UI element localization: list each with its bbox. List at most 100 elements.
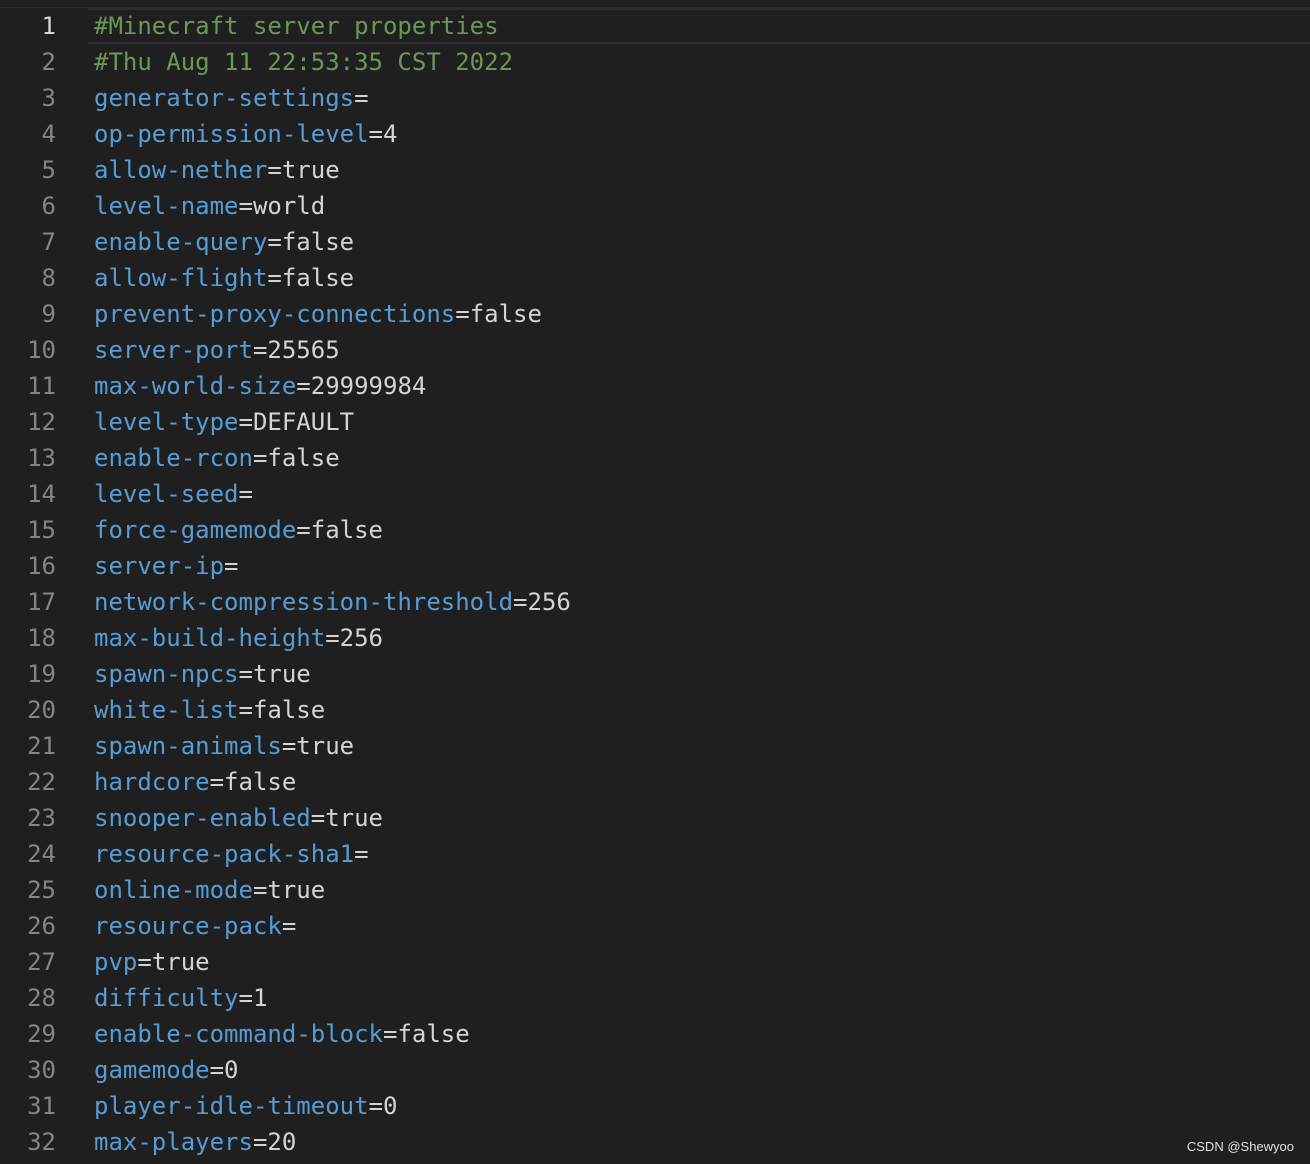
code-line[interactable]: 28 difficulty=1 xyxy=(0,980,1310,1016)
line-content: allow-flight=false xyxy=(94,260,354,296)
code-line[interactable]: 23 snooper-enabled=true xyxy=(0,800,1310,836)
equals-sign: = xyxy=(368,1092,383,1120)
code-line[interactable]: 24 resource-pack-sha1= xyxy=(0,836,1310,872)
comment-text: #Minecraft server properties xyxy=(94,12,499,40)
code-line[interactable]: 11 max-world-size=29999984 xyxy=(0,368,1310,404)
property-value: false xyxy=(310,516,383,544)
code-line[interactable]: 13 enable-rcon=false xyxy=(0,440,1310,476)
line-number: 20 xyxy=(27,696,56,724)
line-content: server-ip= xyxy=(94,548,239,584)
code-line[interactable]: 32 max-players=20 xyxy=(0,1124,1310,1160)
property-key: resource-pack xyxy=(94,912,282,940)
line-content: prevent-proxy-connections=false xyxy=(94,296,542,332)
code-line[interactable]: 4 op-permission-level=4 xyxy=(0,116,1310,152)
property-key: level-seed xyxy=(94,480,239,508)
line-content: level-type=DEFAULT xyxy=(94,404,354,440)
line-number: 27 xyxy=(27,948,56,976)
code-line[interactable]: 16 server-ip= xyxy=(0,548,1310,584)
code-line[interactable]: 18 max-build-height=256 xyxy=(0,620,1310,656)
property-key: max-world-size xyxy=(94,372,297,400)
code-line[interactable]: 27 pvp=true xyxy=(0,944,1310,980)
equals-sign: = xyxy=(252,1128,268,1156)
line-number: 12 xyxy=(27,408,56,436)
property-value: 0 xyxy=(224,1056,239,1084)
equals-sign: = xyxy=(354,840,369,868)
line-number: 19 xyxy=(27,660,56,688)
code-line[interactable]: 15 force-gamemode=false xyxy=(0,512,1310,548)
code-line[interactable]: 5 allow-nether=true xyxy=(0,152,1310,188)
line-number: 5 xyxy=(41,156,56,184)
code-line[interactable]: 21 spawn-animals=true xyxy=(0,728,1310,764)
code-line[interactable]: 20 white-list=false xyxy=(0,692,1310,728)
code-line[interactable]: 8 allow-flight=false xyxy=(0,260,1310,296)
line-number: 1 xyxy=(41,12,56,40)
code-line[interactable]: 2 #Thu Aug 11 22:53:35 CST 2022 xyxy=(0,44,1310,80)
property-key: white-list xyxy=(94,696,239,724)
line-number: 10 xyxy=(27,336,56,364)
line-content: max-world-size=29999984 xyxy=(94,368,426,404)
property-value: false xyxy=(267,444,340,472)
property-value: 256 xyxy=(339,624,383,652)
line-content: max-build-height=256 xyxy=(94,620,383,656)
equals-sign: = xyxy=(296,516,311,544)
code-line[interactable]: 22 hardcore=false xyxy=(0,764,1310,800)
property-key: enable-rcon xyxy=(94,444,253,472)
code-line[interactable]: 9 prevent-proxy-connections=false xyxy=(0,296,1310,332)
code-line[interactable]: 7 enable-query=false xyxy=(0,224,1310,260)
code-editor[interactable]: 1 #Minecraft server properties 2 #Thu Aug 1… xyxy=(0,8,1310,1164)
property-value: 20 xyxy=(267,1128,297,1156)
property-key: max-players xyxy=(94,1128,253,1156)
line-content: spawn-animals=true xyxy=(94,728,354,764)
property-key: hardcore xyxy=(94,768,210,796)
equals-sign: = xyxy=(281,912,297,940)
code-line[interactable]: 19 spawn-npcs=true xyxy=(0,656,1310,692)
property-value: false xyxy=(281,228,355,256)
line-number: 16 xyxy=(27,552,56,580)
code-line[interactable]: 10 server-port=25565 xyxy=(0,332,1310,368)
equals-sign: = xyxy=(252,336,268,364)
property-value: 29999984 xyxy=(310,372,427,400)
equals-sign: = xyxy=(209,768,225,796)
line-content: level-name=world xyxy=(94,188,325,224)
code-line[interactable]: 3 generator-settings= xyxy=(0,80,1310,116)
property-value: false xyxy=(397,1020,470,1048)
equals-sign: = xyxy=(368,120,383,148)
property-value: DEFAULT xyxy=(252,408,355,436)
property-key: level-name xyxy=(94,192,239,220)
property-key: generator-settings xyxy=(94,84,355,112)
code-line[interactable]: 14 level-seed= xyxy=(0,476,1310,512)
equals-sign: = xyxy=(137,948,152,976)
property-key: allow-nether xyxy=(94,156,268,184)
line-number: 26 xyxy=(27,912,56,940)
code-line[interactable]: 31 player-idle-timeout=0 xyxy=(0,1088,1310,1124)
code-line[interactable]: 30 gamemode=0 xyxy=(0,1052,1310,1088)
line-content: op-permission-level=4 xyxy=(94,116,397,152)
equals-sign: = xyxy=(325,624,340,652)
line-number: 15 xyxy=(27,516,56,544)
line-number: 4 xyxy=(41,120,56,148)
line-content: gamemode=0 xyxy=(94,1052,239,1088)
code-line[interactable]: 1 #Minecraft server properties xyxy=(0,8,1310,44)
code-line[interactable]: 17 network-compression-threshold=256 xyxy=(0,584,1310,620)
line-content: player-idle-timeout=0 xyxy=(94,1088,397,1124)
property-value: true xyxy=(281,156,340,184)
line-content: resource-pack-sha1= xyxy=(94,836,369,872)
code-line[interactable]: 26 resource-pack= xyxy=(0,908,1310,944)
code-line[interactable]: 6 level-name=world xyxy=(0,188,1310,224)
comment-text: #Thu Aug 11 22:53:35 CST 2022 xyxy=(94,48,514,76)
line-content: level-seed= xyxy=(94,476,253,512)
property-key: max-build-height xyxy=(94,624,326,652)
property-key: server-ip xyxy=(94,552,225,580)
equals-sign: = xyxy=(267,156,282,184)
line-content: allow-nether=true xyxy=(94,152,340,188)
property-value: true xyxy=(151,948,210,976)
line-content: enable-command-block=false xyxy=(94,1016,470,1052)
code-line[interactable]: 29 enable-command-block=false xyxy=(0,1016,1310,1052)
code-line[interactable]: 12 level-type=DEFAULT xyxy=(0,404,1310,440)
line-number: 23 xyxy=(27,804,56,832)
line-number: 11 xyxy=(27,372,56,400)
property-key: level-type xyxy=(94,408,239,436)
property-key: player-idle-timeout xyxy=(94,1092,369,1120)
line-content: online-mode=true xyxy=(94,872,325,908)
code-line[interactable]: 25 online-mode=true xyxy=(0,872,1310,908)
